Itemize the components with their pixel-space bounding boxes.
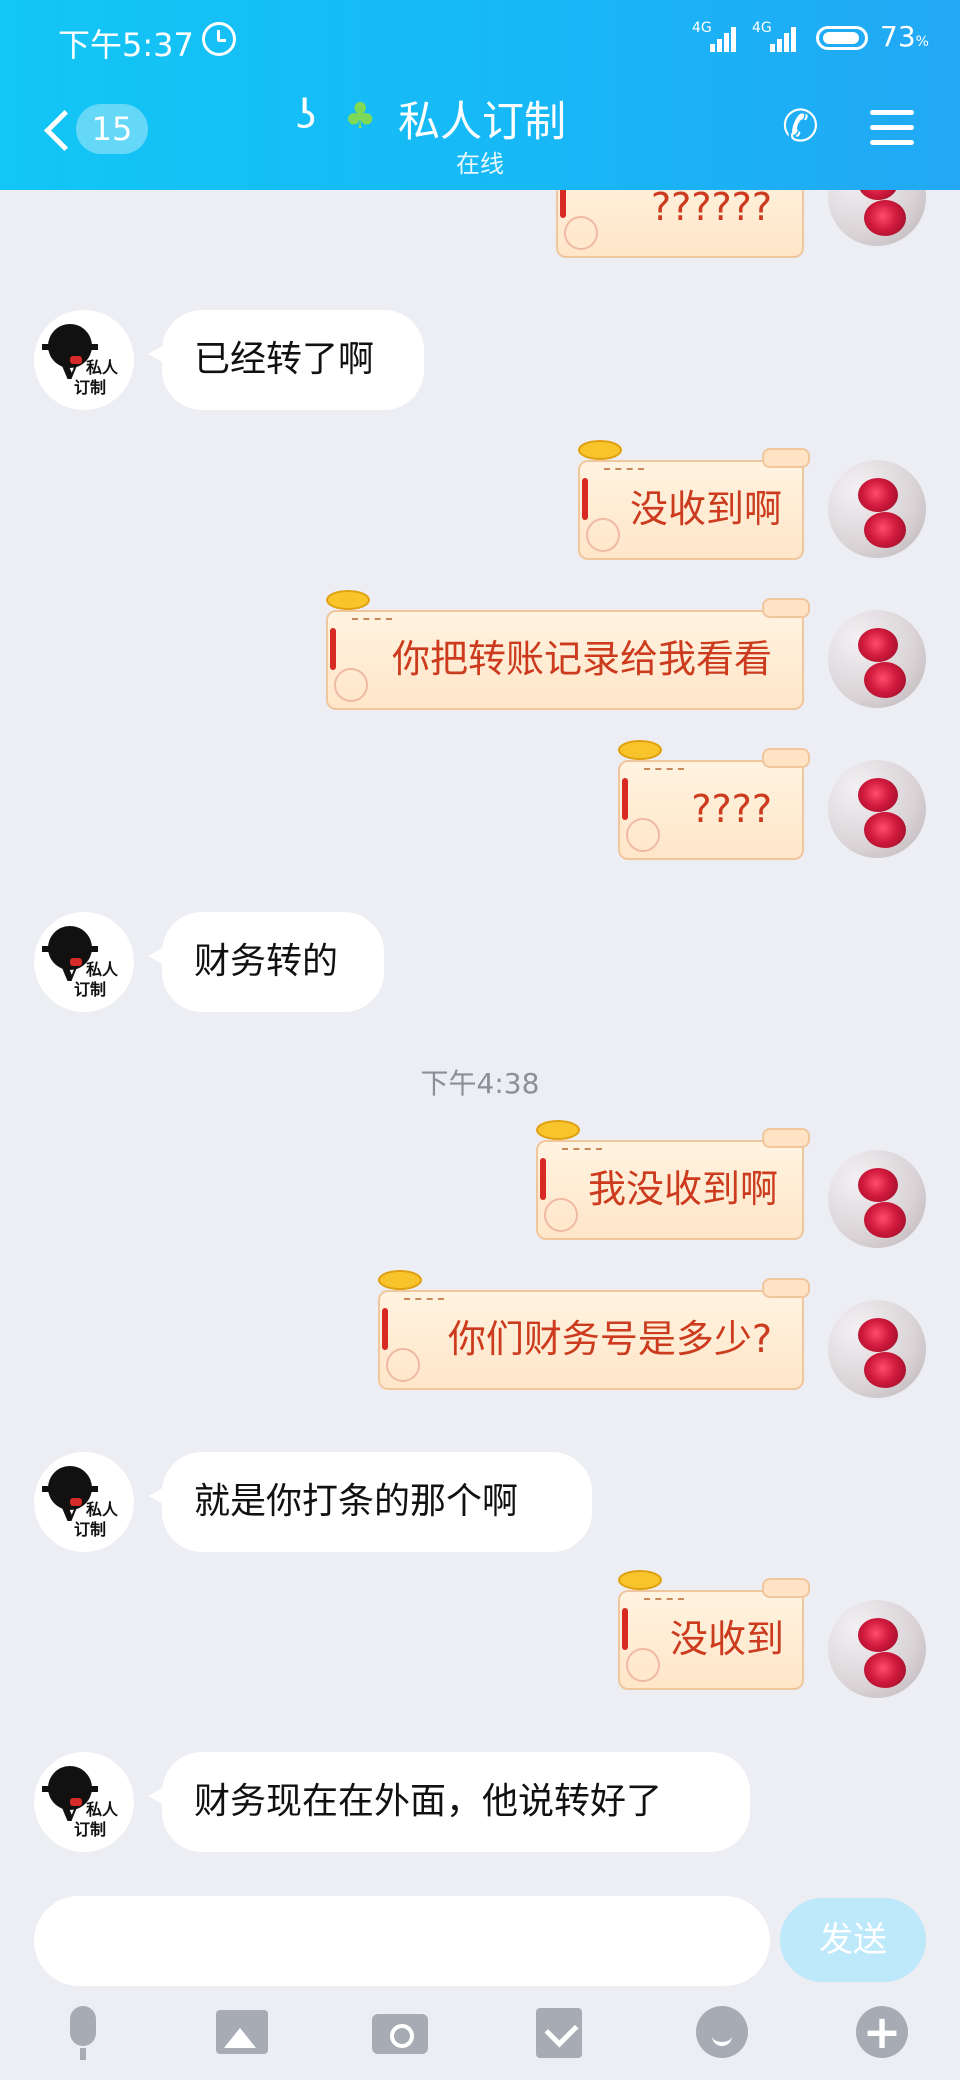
message-bubble-sent[interactable]: 你们财务号是多少? <box>378 1270 810 1390</box>
time-divider: 下午4:38 <box>420 1067 540 1100</box>
message-text: 你们财务号是多少? <box>447 1317 772 1361</box>
message-bubble-sent[interactable]: 没收到 <box>618 1570 810 1690</box>
sprout-icon: ♣ <box>344 96 377 137</box>
ear-icon[interactable]: ʖ <box>296 92 316 138</box>
menu-icon[interactable] <box>870 106 914 150</box>
emoji-icon[interactable] <box>692 2002 752 2062</box>
mic-icon[interactable] <box>54 2002 114 2062</box>
message-bubble-received[interactable]: 财务转的 <box>148 912 384 1012</box>
message-text: 没收到啊 <box>630 487 783 531</box>
signal-icon-2: 4G <box>752 20 796 52</box>
my-avatar[interactable] <box>828 190 926 246</box>
message-text: ???? <box>691 787 772 831</box>
status-bar: 下午5:37 4G 4G 73% <box>0 0 960 80</box>
online-status: 在线 <box>456 150 504 178</box>
message-bubble-sent[interactable]: ?????? <box>556 190 804 258</box>
my-avatar[interactable] <box>828 1150 926 1248</box>
message-bubble-sent[interactable]: 你把转账记录给我看看 <box>326 590 810 710</box>
message-text: 已经转了啊 <box>194 339 375 380</box>
my-avatar[interactable] <box>828 610 926 708</box>
message-bubble-sent[interactable]: 我没收到啊 <box>536 1120 810 1240</box>
message-text: 财务现在在外面，他说转好了 <box>194 1781 663 1822</box>
message-text: 没收到 <box>670 1617 785 1661</box>
message-bubble-received[interactable]: 财务现在在外面，他说转好了 <box>148 1752 750 1852</box>
contact-avatar[interactable]: V 私人 订制 <box>34 310 134 410</box>
image-icon[interactable] <box>212 2002 272 2062</box>
message-list[interactable]: ?????? V 私人 订制 已经转了啊 没收到啊 你把转账记录给我看看 ????… <box>0 190 960 1890</box>
message-bubble-sent[interactable]: 没收到啊 <box>578 440 810 560</box>
battery-percent: 73% <box>880 20 929 53</box>
contact-avatar[interactable]: V 私人 订制 <box>34 1752 134 1852</box>
contact-avatar[interactable]: V 私人 订制 <box>34 912 134 1012</box>
unread-badge[interactable]: 15 <box>76 104 148 154</box>
message-text: 财务转的 <box>194 941 339 982</box>
phone-icon[interactable]: ✆ <box>782 102 832 152</box>
message-text: 就是你打条的那个啊 <box>194 1481 519 1522</box>
network-type-1: 4G <box>692 20 712 36</box>
plus-icon[interactable] <box>852 2002 912 2062</box>
message-bubble-received[interactable]: 就是你打条的那个啊 <box>148 1452 592 1552</box>
my-avatar[interactable] <box>828 1600 926 1698</box>
network-type-2: 4G <box>752 20 772 36</box>
red-packet-icon[interactable] <box>530 2002 590 2062</box>
message-bubble-received[interactable]: 已经转了啊 <box>148 310 424 410</box>
camera-icon[interactable] <box>370 2002 430 2062</box>
alarm-icon <box>202 22 236 56</box>
message-text: 我没收到啊 <box>588 1167 779 1211</box>
message-bubble-sent[interactable]: ???? <box>618 740 810 860</box>
send-button[interactable]: 发送 <box>780 1898 926 1982</box>
contact-avatar[interactable]: V 私人 订制 <box>34 1452 134 1552</box>
message-text: 你把转账记录给我看看 <box>391 637 772 681</box>
signal-icon: 4G <box>692 20 736 52</box>
chat-header: 15 ʖ ♣ 私人订制 在线 ✆ <box>0 80 960 190</box>
message-text: ?????? <box>650 190 772 229</box>
chat-title[interactable]: 私人订制 <box>398 88 566 149</box>
message-input[interactable] <box>34 1896 770 1986</box>
my-avatar[interactable] <box>828 460 926 558</box>
input-bar: 发送 <box>0 1890 960 2080</box>
my-avatar[interactable] <box>828 1300 926 1398</box>
my-avatar[interactable] <box>828 760 926 858</box>
battery-icon <box>816 26 868 50</box>
status-time: 下午5:37 <box>58 26 194 64</box>
